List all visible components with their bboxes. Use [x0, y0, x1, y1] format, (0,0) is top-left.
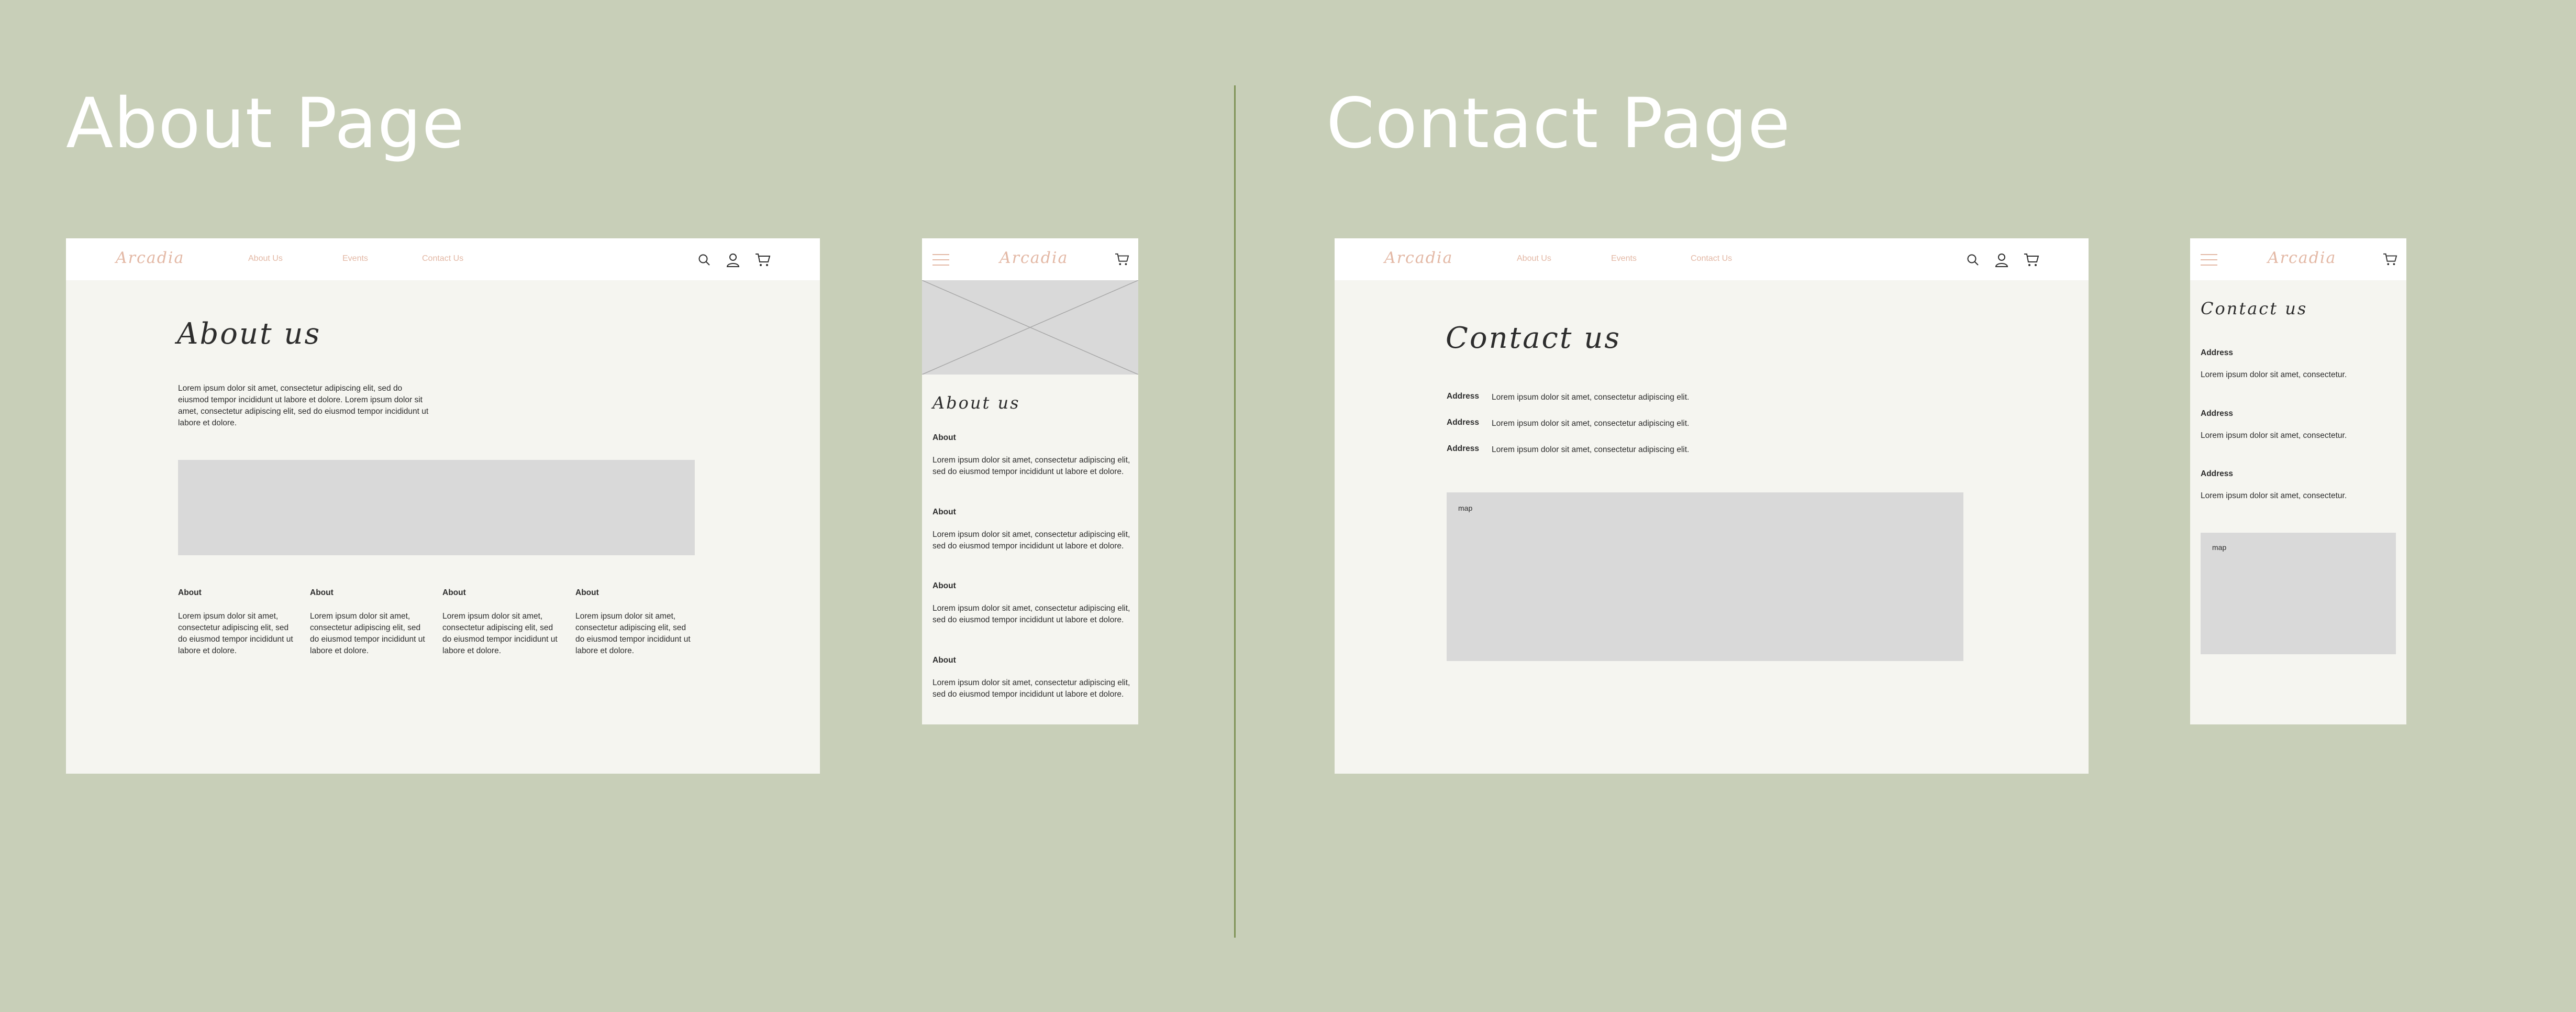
- cart-icon[interactable]: [755, 252, 771, 267]
- contact-row-label: Address: [1447, 392, 1480, 401]
- about-item-label: About: [932, 581, 956, 590]
- hamburger-menu-icon[interactable]: [2201, 253, 2217, 267]
- contact-heading: Contact us: [2201, 299, 2308, 318]
- contact-item-text: Lorem ipsum dolor sit amet, consectetur.: [2201, 491, 2347, 500]
- nav-link-contact[interactable]: Contact Us: [422, 254, 463, 263]
- about-heading: About us: [177, 317, 321, 351]
- contact-mobile-frame: Arcadia Contact us Address Lorem ipsum d…: [2190, 238, 2406, 724]
- about-column-text: Lorem ipsum dolor sit amet, consectetur …: [575, 612, 691, 655]
- map-placeholder[interactable]: map: [1447, 492, 1963, 661]
- nav-link-contact[interactable]: Contact Us: [1691, 254, 1732, 263]
- nav-link-about[interactable]: About Us: [1517, 254, 1551, 263]
- about-mobile-frame: Arcadia About us About Lorem ipsum dolor…: [922, 238, 1138, 724]
- section-divider: [1234, 85, 1236, 938]
- cart-icon[interactable]: [1115, 252, 1129, 266]
- user-icon[interactable]: [1995, 252, 2008, 267]
- contact-item-label: Address: [2201, 409, 2234, 418]
- image-placeholder: [178, 460, 695, 555]
- about-column-text: Lorem ipsum dolor sit amet, consectetur …: [442, 612, 558, 655]
- about-desktop-frame: Arcadia About Us Events Contact Us About…: [66, 238, 820, 774]
- about-column-text: Lorem ipsum dolor sit amet, consectetur …: [310, 612, 425, 655]
- contact-item-label: Address: [2201, 348, 2234, 357]
- about-item-label: About: [932, 656, 956, 665]
- nav-link-about[interactable]: About Us: [248, 254, 283, 263]
- about-heading: About us: [932, 393, 1020, 413]
- logo[interactable]: Arcadia: [1000, 249, 1068, 267]
- about-item-text: Lorem ipsum dolor sit amet, consectetur …: [932, 456, 1130, 476]
- map-label: map: [1458, 504, 1473, 512]
- contact-item-label: Address: [2201, 469, 2234, 478]
- map-label: map: [2212, 543, 2227, 552]
- about-item-text: Lorem ipsum dolor sit amet, consectetur …: [932, 678, 1130, 699]
- logo[interactable]: Arcadia: [1384, 249, 1453, 267]
- user-icon[interactable]: [726, 252, 740, 267]
- cart-icon[interactable]: [2383, 252, 2397, 266]
- contact-item-text: Lorem ipsum dolor sit amet, consectetur.: [2201, 431, 2347, 440]
- hero-image-placeholder: [922, 280, 1138, 375]
- about-column-label: About: [310, 588, 334, 597]
- about-column-text: Lorem ipsum dolor sit amet, consectetur …: [178, 612, 293, 655]
- navbar: Arcadia: [2190, 238, 2406, 280]
- about-item-label: About: [932, 433, 956, 442]
- about-item-label: About: [932, 508, 956, 516]
- navbar: Arcadia: [922, 238, 1138, 280]
- contact-row-label: Address: [1447, 418, 1480, 427]
- about-column-label: About: [442, 588, 466, 597]
- contact-row-text: Lorem ipsum dolor sit amet, consectetur …: [1492, 393, 1690, 402]
- about-item-text: Lorem ipsum dolor sit amet, consectetur …: [932, 604, 1130, 624]
- nav-link-events[interactable]: Events: [342, 254, 368, 263]
- search-icon[interactable]: [1966, 253, 1980, 267]
- about-page-title: About Page: [66, 83, 465, 164]
- search-icon[interactable]: [697, 253, 711, 267]
- navbar: Arcadia About Us Events Contact Us: [1335, 238, 2089, 280]
- contact-item-text: Lorem ipsum dolor sit amet, consectetur.: [2201, 370, 2347, 379]
- logo[interactable]: Arcadia: [2268, 249, 2336, 267]
- contact-row-text: Lorem ipsum dolor sit amet, consectetur …: [1492, 445, 1690, 454]
- about-intro-text: Lorem ipsum dolor sit amet, consectetur …: [178, 384, 429, 427]
- about-column-label: About: [575, 588, 599, 597]
- contact-row-label: Address: [1447, 444, 1480, 453]
- logo[interactable]: Arcadia: [116, 249, 184, 267]
- cart-icon[interactable]: [2024, 252, 2039, 267]
- about-item-text: Lorem ipsum dolor sit amet, consectetur …: [932, 530, 1130, 551]
- contact-heading: Contact us: [1446, 321, 1621, 355]
- nav-link-events[interactable]: Events: [1611, 254, 1637, 263]
- map-placeholder[interactable]: map: [2201, 533, 2396, 654]
- contact-desktop-frame: Arcadia About Us Events Contact Us Conta…: [1335, 238, 2089, 774]
- navbar: Arcadia About Us Events Contact Us: [66, 238, 820, 280]
- contact-row-text: Lorem ipsum dolor sit amet, consectetur …: [1492, 419, 1690, 428]
- about-column-label: About: [178, 588, 202, 597]
- hamburger-menu-icon[interactable]: [932, 253, 949, 267]
- contact-page-title: Contact Page: [1326, 83, 1791, 164]
